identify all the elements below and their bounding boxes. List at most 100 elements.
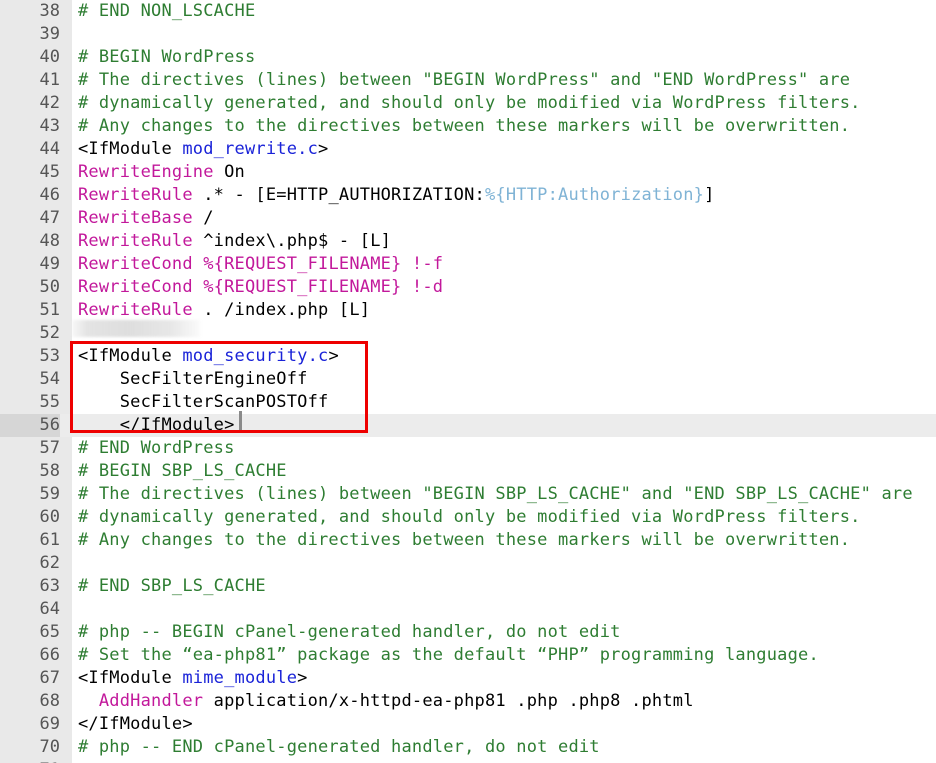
line-number: 44: [0, 138, 60, 161]
code-token: SecFilterScanPOSTOff: [78, 392, 328, 412]
code-line[interactable]: 56 </IfModule>: [0, 414, 936, 437]
code-line[interactable]: 57 # END WordPress: [0, 437, 936, 460]
code-line[interactable]: 62: [0, 552, 936, 575]
code-token: # END WordPress: [78, 438, 235, 458]
code-line[interactable]: 45 RewriteEngine On: [0, 161, 936, 184]
code-line[interactable]: 61# Any changes to the directives betwee…: [0, 529, 936, 552]
code-line-text[interactable]: # dynamically generated, and should only…: [78, 92, 861, 115]
code-line[interactable]: 58 # BEGIN SBP_LS_CACHE: [0, 460, 936, 483]
code-line-text[interactable]: # php -- END cPanel-generated handler, d…: [78, 736, 600, 759]
code-token: <IfModule: [78, 346, 182, 366]
code-line[interactable]: 69</IfModule>: [0, 713, 936, 736]
code-line-text[interactable]: # The directives (lines) between "BEGIN …: [78, 69, 850, 92]
code-line-text[interactable]: # END SBP_LS_CACHE: [78, 575, 266, 598]
line-number: 56: [0, 414, 60, 437]
line-number: 58: [0, 460, 60, 483]
code-line-text[interactable]: # dynamically generated, and should only…: [78, 506, 861, 529]
code-line-text[interactable]: # Any changes to the directives between …: [78, 529, 850, 552]
code-line[interactable]: 71: [0, 759, 936, 763]
line-number: 57: [0, 437, 60, 460]
code-line-text[interactable]: RewriteCond %{REQUEST_FILENAME} !-d: [78, 276, 443, 299]
code-line[interactable]: 53 <IfModule mod_security.c>: [0, 345, 936, 368]
code-line-text[interactable]: # BEGIN SBP_LS_CACHE: [78, 460, 287, 483]
code-token: RewriteBase: [78, 208, 193, 228]
code-line[interactable]: 49RewriteCond %{REQUEST_FILENAME} !-f: [0, 253, 936, 276]
code-line[interactable]: 51 RewriteRule . /index.php [L]: [0, 299, 936, 322]
code-line[interactable]: 43# Any changes to the directives betwee…: [0, 115, 936, 138]
code-line[interactable]: 44 <IfModule mod_rewrite.c>: [0, 138, 936, 161]
code-token: mod_rewrite.c: [182, 139, 318, 159]
code-line[interactable]: 41 # The directives (lines) between "BEGI…: [0, 69, 936, 92]
code-token: On: [214, 162, 245, 182]
code-token: # END NON_LSCACHE: [78, 1, 255, 21]
code-token: application/x-httpd-ea-php81 .php .php8 …: [203, 691, 693, 711]
code-token: .* - [E=HTTP_AUTHORIZATION:: [193, 185, 485, 205]
code-line[interactable]: 70# php -- END cPanel-generated handler,…: [0, 736, 936, 759]
code-token: <IfModule: [78, 668, 182, 688]
code-line[interactable]: 66 # Set the “ea-php81” package as the de…: [0, 644, 936, 667]
code-line-text[interactable]: <IfModule mime_module>: [78, 667, 308, 690]
code-token: RewriteRule: [78, 185, 193, 205]
code-line-text[interactable]: # php -- BEGIN cPanel-generated handler,…: [78, 621, 621, 644]
code-lines-container[interactable]: 38# END NON_LSCACHE3940 # BEGIN WordPress…: [0, 0, 936, 763]
line-number: 51: [0, 299, 60, 322]
code-token: ^index\.php$ - [L]: [193, 231, 391, 251]
code-line-text[interactable]: # END NON_LSCACHE: [78, 0, 255, 23]
code-line[interactable]: 64: [0, 598, 936, 621]
code-line[interactable]: 40 # BEGIN WordPress: [0, 46, 936, 69]
code-token: </IfModule>: [78, 714, 193, 734]
line-number: 65: [0, 621, 60, 644]
code-line[interactable]: 63# END SBP_LS_CACHE: [0, 575, 936, 598]
code-line[interactable]: 68 AddHandler application/x-httpd-ea-php…: [0, 690, 936, 713]
code-line-text[interactable]: RewriteBase /: [78, 207, 214, 230]
code-line[interactable]: 60# dynamically generated, and should on…: [0, 506, 936, 529]
code-line-text[interactable]: RewriteEngine On: [78, 161, 245, 184]
line-number: 53: [0, 345, 60, 368]
code-editor[interactable]: 38# END NON_LSCACHE3940 # BEGIN WordPress…: [0, 0, 936, 763]
code-line-text[interactable]: # The directives (lines) between "BEGIN …: [78, 483, 913, 506]
code-token: %{REQUEST_FILENAME} !-d: [193, 277, 443, 297]
code-line[interactable]: 55 SecFilterScanPOSTOff: [0, 391, 936, 414]
code-token: >: [328, 346, 338, 366]
code-line-text[interactable]: RewriteRule .* - [E=HTTP_AUTHORIZATION:%…: [78, 184, 715, 207]
code-line-text[interactable]: </IfModule>: [78, 713, 193, 736]
code-token: RewriteCond: [78, 254, 193, 274]
code-line[interactable]: 50RewriteCond %{REQUEST_FILENAME} !-d: [0, 276, 936, 299]
code-line-text[interactable]: <IfModule mod_security.c>: [78, 345, 339, 368]
code-line[interactable]: 67<IfModule mime_module>: [0, 667, 936, 690]
redacted-content-block: [72, 320, 200, 337]
line-number: 45: [0, 161, 60, 184]
code-line-text[interactable]: RewriteRule ^index\.php$ - [L]: [78, 230, 391, 253]
code-line[interactable]: 48RewriteRule ^index\.php$ - [L]: [0, 230, 936, 253]
code-line-text[interactable]: RewriteRule . /index.php [L]: [78, 299, 370, 322]
code-line[interactable]: 65 # php -- BEGIN cPanel-generated handle…: [0, 621, 936, 644]
code-token: . /index.php [L]: [193, 300, 370, 320]
code-line-text[interactable]: AddHandler application/x-httpd-ea-php81 …: [78, 690, 694, 713]
code-line-text[interactable]: SecFilterScanPOSTOff: [78, 391, 328, 414]
code-token: <IfModule: [78, 139, 182, 159]
code-line-text[interactable]: # END WordPress: [78, 437, 235, 460]
code-line[interactable]: 39: [0, 23, 936, 46]
code-line-text[interactable]: RewriteCond %{REQUEST_FILENAME} !-f: [78, 253, 443, 276]
line-number: 40: [0, 46, 60, 69]
line-number: 41: [0, 69, 60, 92]
code-line[interactable]: 38# END NON_LSCACHE: [0, 0, 936, 23]
code-line[interactable]: 46RewriteRule .* - [E=HTTP_AUTHORIZATION…: [0, 184, 936, 207]
code-line-text[interactable]: <IfModule mod_rewrite.c>: [78, 138, 328, 161]
code-line[interactable]: 54 SecFilterEngineOff: [0, 368, 936, 391]
code-line-text[interactable]: # BEGIN WordPress: [78, 46, 255, 69]
code-line-text[interactable]: SecFilterEngineOff: [78, 368, 308, 391]
code-line-text[interactable]: # Any changes to the directives between …: [78, 115, 850, 138]
code-line[interactable]: 59# The directives (lines) between "BEGI…: [0, 483, 936, 506]
line-number: 66: [0, 644, 60, 667]
code-token: RewriteCond: [78, 277, 193, 297]
code-token: </IfModule>: [78, 415, 235, 435]
code-line-text[interactable]: # Set the “ea-php81” package as the defa…: [78, 644, 819, 667]
code-token: RewriteRule: [78, 231, 193, 251]
code-token: /: [193, 208, 214, 228]
code-line-text[interactable]: </IfModule>: [78, 414, 235, 437]
code-token: >: [318, 139, 328, 159]
code-line[interactable]: 47RewriteBase /: [0, 207, 936, 230]
code-line[interactable]: 42# dynamically generated, and should on…: [0, 92, 936, 115]
line-number: 64: [0, 598, 60, 621]
